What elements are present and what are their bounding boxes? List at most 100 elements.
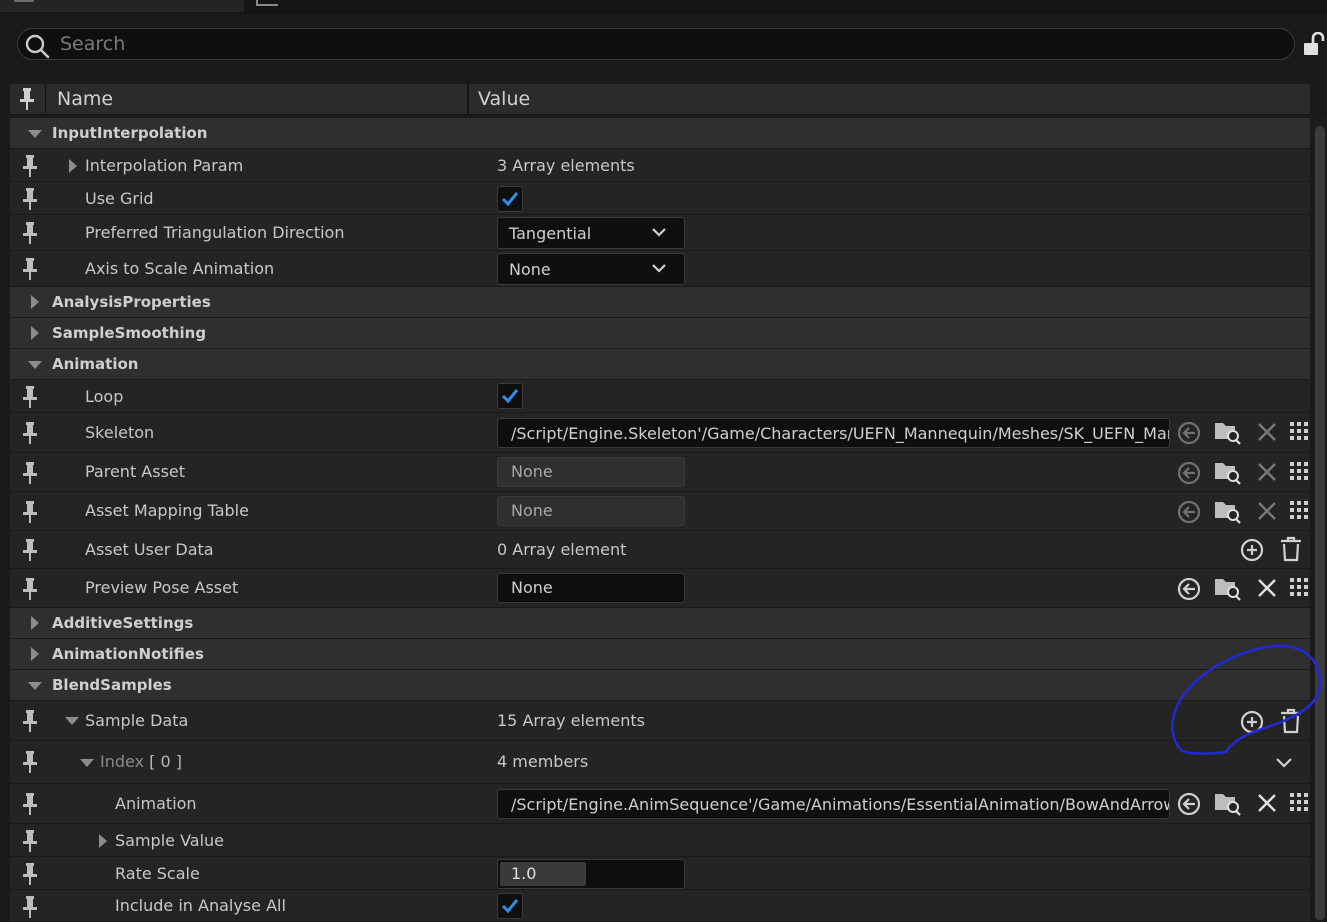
pin-icon[interactable]	[23, 501, 37, 523]
include-in-analyse-all-checkbox[interactable]	[497, 893, 523, 919]
search-input[interactable]	[58, 31, 1278, 57]
property-label: Axis to Scale Animation	[85, 259, 275, 278]
browse-asset-button[interactable]	[1214, 498, 1241, 524]
name-column-header[interactable]: Name	[57, 84, 113, 115]
property-asset-mapping-table: Asset Mapping Table None	[10, 492, 1310, 531]
clear-asset-button[interactable]	[1255, 791, 1281, 817]
clear-asset-button[interactable]	[1255, 460, 1281, 486]
chevron-down-icon[interactable]	[1276, 758, 1292, 768]
category-analysis-properties[interactable]: AnalysisProperties	[10, 287, 1310, 318]
pin-icon[interactable]	[23, 422, 37, 444]
preview-pose-asset-field[interactable]: None	[497, 573, 685, 603]
clear-asset-button[interactable]	[1255, 499, 1281, 525]
expand-arrow-icon[interactable]	[31, 616, 39, 630]
property-loop: Loop	[10, 380, 1310, 413]
empty-array-button[interactable]	[1280, 708, 1306, 734]
reset-to-default-button[interactable]	[1176, 420, 1202, 446]
empty-array-button[interactable]	[1280, 536, 1306, 562]
reset-to-default-button[interactable]	[1176, 499, 1202, 525]
animation-asset-path[interactable]: /Script/Engine.AnimSequence'/Game/Animat…	[497, 789, 1170, 819]
console-icon[interactable]	[256, 0, 278, 6]
vertical-scrollbar[interactable]	[1313, 118, 1327, 920]
asset-picker-button[interactable]	[1289, 461, 1315, 487]
clear-x-icon	[1258, 423, 1276, 441]
triangulation-direction-dropdown[interactable]: Tangential	[497, 217, 685, 249]
browse-asset-button[interactable]	[1214, 575, 1241, 601]
pin-column-header[interactable]	[10, 84, 46, 115]
reset-to-default-button[interactable]	[1176, 791, 1202, 817]
browse-asset-button[interactable]	[1214, 790, 1241, 816]
add-element-button[interactable]	[1239, 709, 1265, 735]
asset-mapping-table-field[interactable]: None	[497, 496, 685, 526]
pin-icon[interactable]	[23, 793, 37, 815]
expand-arrow-icon[interactable]	[31, 326, 39, 340]
details-tab[interactable]	[0, 0, 244, 12]
pin-icon[interactable]	[23, 830, 37, 852]
expand-arrow-icon[interactable]	[28, 130, 42, 138]
pin-icon[interactable]	[23, 188, 37, 210]
expand-arrow-icon[interactable]	[28, 361, 42, 369]
pin-icon[interactable]	[23, 751, 37, 773]
pin-icon[interactable]	[23, 896, 37, 918]
property-skeleton: Skeleton /Script/Engine.Skeleton'/Game/C…	[10, 413, 1310, 453]
reset-to-default-button[interactable]	[1176, 460, 1202, 486]
pin-icon[interactable]	[23, 386, 37, 408]
asset-picker-button[interactable]	[1289, 421, 1315, 447]
grid-picker-icon	[1290, 422, 1308, 440]
reset-arrow-icon	[1177, 577, 1201, 601]
category-label: Animation	[52, 355, 139, 373]
unlock-icon[interactable]	[1302, 32, 1326, 58]
browse-asset-button[interactable]	[1214, 419, 1241, 445]
loop-checkbox[interactable]	[497, 383, 523, 409]
clear-x-icon	[1258, 463, 1276, 481]
category-additive-settings[interactable]: AdditiveSettings	[10, 608, 1310, 639]
grid-picker-icon	[1290, 501, 1308, 519]
pin-icon[interactable]	[23, 539, 37, 561]
search-box[interactable]	[17, 28, 1295, 60]
property-index-0: Index [ 0 ] 4 members	[10, 741, 1310, 784]
category-sample-smoothing[interactable]: SampleSmoothing	[10, 318, 1310, 349]
asset-picker-button[interactable]	[1289, 500, 1315, 526]
expand-arrow-icon[interactable]	[31, 295, 39, 309]
axis-to-scale-dropdown[interactable]: None	[497, 253, 685, 285]
category-input-interpolation[interactable]: InputInterpolation	[10, 118, 1310, 149]
grid-picker-icon	[1290, 578, 1308, 596]
property-label: Include in Analyse All	[115, 896, 286, 915]
category-animation-notifies[interactable]: AnimationNotifies	[10, 639, 1310, 670]
expand-arrow-icon[interactable]	[31, 647, 39, 661]
skeleton-asset-path[interactable]: /Script/Engine.Skeleton'/Game/Characters…	[497, 418, 1170, 448]
browse-folder-icon	[1215, 463, 1241, 485]
property-label: Use Grid	[85, 189, 154, 208]
pin-icon[interactable]	[23, 578, 37, 600]
use-grid-checkbox[interactable]	[497, 186, 523, 212]
pin-icon[interactable]	[23, 222, 37, 244]
search-row	[0, 14, 1327, 82]
expand-arrow-icon[interactable]	[80, 759, 94, 767]
category-animation[interactable]: Animation	[10, 349, 1310, 380]
pin-icon[interactable]	[23, 155, 37, 177]
column-divider[interactable]	[467, 84, 469, 115]
expand-arrow-icon[interactable]	[99, 834, 107, 848]
parent-asset-field[interactable]: None	[497, 457, 685, 487]
browse-asset-button[interactable]	[1214, 459, 1241, 485]
property-preview-pose-asset: Preview Pose Asset None	[10, 569, 1310, 608]
value-column-header[interactable]: Value	[478, 84, 530, 115]
expand-arrow-icon[interactable]	[28, 682, 42, 690]
scrollbar-thumb[interactable]	[1315, 126, 1325, 920]
rate-scale-input[interactable]: 1.0	[497, 859, 685, 889]
pin-icon[interactable]	[23, 710, 37, 732]
pin-icon[interactable]	[23, 863, 37, 885]
asset-picker-button[interactable]	[1289, 792, 1315, 818]
expand-arrow-icon[interactable]	[69, 159, 77, 173]
expand-arrow-icon[interactable]	[65, 717, 79, 725]
clear-asset-button[interactable]	[1255, 420, 1281, 446]
category-blend-samples[interactable]: BlendSamples	[10, 670, 1310, 701]
reset-to-default-button[interactable]	[1176, 576, 1202, 602]
reset-arrow-icon	[1177, 792, 1201, 816]
clear-asset-button[interactable]	[1255, 576, 1281, 602]
add-element-button[interactable]	[1239, 537, 1265, 563]
pin-icon[interactable]	[23, 462, 37, 484]
pin-icon[interactable]	[23, 258, 37, 280]
asset-picker-button[interactable]	[1289, 577, 1315, 603]
category-label: SampleSmoothing	[52, 324, 207, 342]
